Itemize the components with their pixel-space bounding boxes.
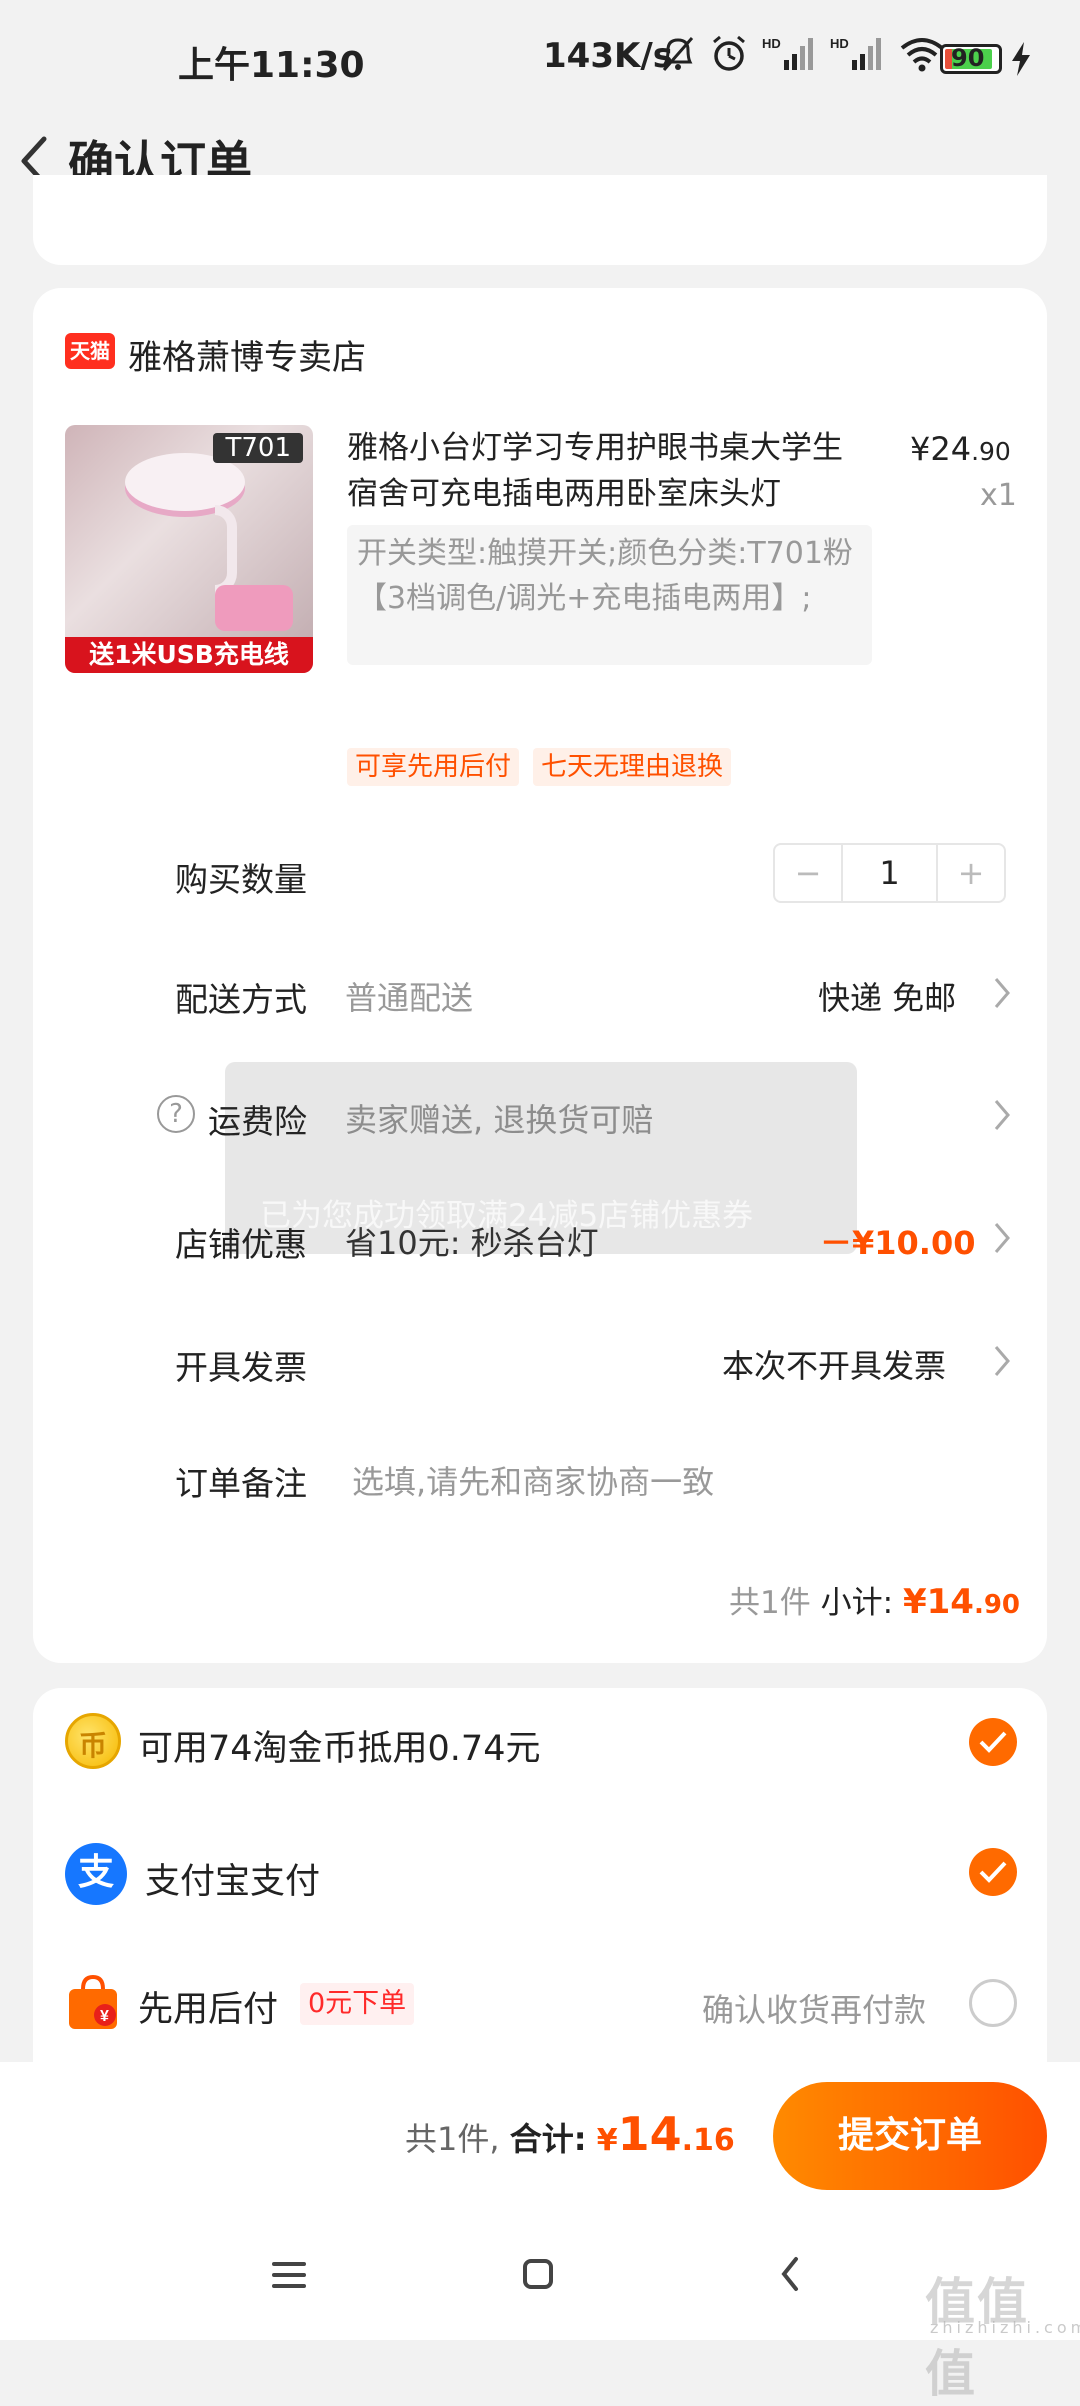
home-icon[interactable] (522, 2258, 554, 2290)
svg-text:¥: ¥ (100, 2008, 109, 2025)
delivery-label: 配送方式 (175, 980, 307, 1019)
pay-later-label: 先用后付 (138, 1990, 279, 2030)
quantity-label: 购买数量 (175, 860, 307, 899)
note-label: 订单备注 (175, 1464, 307, 1503)
total-decimal: .16 (681, 2123, 735, 2158)
coin-icon-glyph: 币 (78, 1729, 107, 1762)
subtotal-decimal: .90 (973, 1590, 1020, 1620)
service-tag: 七天无理由退换 (533, 748, 732, 786)
battery-icon: 90 (940, 44, 1002, 74)
status-bar: 上午11:30 143K/s HD HD 90 (0, 0, 1080, 120)
alipay-label: 支付宝支付 (145, 1862, 321, 1902)
subtotal-symbol: ¥ (902, 1582, 927, 1622)
total-price: ¥14.16 (597, 2107, 735, 2161)
subtotal-label: 小计: (820, 1585, 894, 1621)
coins-label: 可用74淘金币抵用0.74元 (138, 1729, 541, 1769)
subtotal-count: 共1件 (729, 1585, 811, 1621)
product-price: ¥24.90 (910, 430, 1011, 468)
shopping-bag-icon: ¥ (69, 1975, 117, 2029)
price-symbol: ¥ (910, 430, 931, 468)
product-title[interactable]: 雅格小台灯学习专用护眼书桌大学生宿舍可充电插电两用卧室床头灯 (347, 425, 857, 517)
chevron-right-icon (994, 1346, 1010, 1376)
alarm-icon (713, 35, 745, 71)
quantity-increase-button[interactable]: + (938, 845, 1004, 901)
submit-order-button[interactable]: 提交订单 (773, 2082, 1047, 2190)
lamp-neck-shape (215, 505, 237, 595)
alipay-icon: 支 (65, 1843, 127, 1905)
product-quantity: x1 (980, 478, 1017, 513)
watermark-url: zhizhizhi.com (930, 2318, 1080, 2337)
total-count: 共1件, (405, 2120, 500, 2158)
alipay-radio[interactable] (969, 1848, 1017, 1896)
product-promo-strip: 送1米USB充电线 (65, 637, 313, 673)
svg-text:HD: HD (830, 36, 849, 51)
charging-icon (1012, 42, 1030, 76)
subtotal-price: ¥14.90 (903, 1582, 1020, 1622)
address-card-partial (33, 175, 1047, 265)
subtotal: 共1件 小计: ¥14.90 (729, 1577, 1020, 1622)
tmall-logo: 天猫 (65, 333, 115, 369)
svg-text:HD: HD (762, 36, 781, 51)
menu-icon[interactable] (272, 2260, 306, 2290)
status-time: 上午11:30 (178, 45, 365, 86)
product-model-badge: T701 (213, 433, 303, 463)
invoice-label: 开具发票 (175, 1348, 307, 1387)
check-icon (979, 1861, 1007, 1883)
coin-icon: 币 (65, 1713, 121, 1769)
product-sku[interactable]: 开关类型:触摸开关;颜色分类:T701粉【3档调色/调光+充电插电两用】; (347, 525, 872, 665)
delivery-value: 普通配送 (345, 979, 474, 1017)
wifi-icon (900, 38, 944, 72)
quantity-decrease-button[interactable]: − (775, 845, 843, 901)
check-icon (979, 1731, 1007, 1753)
lamp-clip-shape (215, 585, 293, 631)
invoice-value: 本次不开具发票 (722, 1347, 947, 1385)
pay-later-radio[interactable] (969, 1979, 1017, 2027)
hd-signal-icon: HD (830, 36, 881, 70)
coupon-label: 店铺优惠 (175, 1225, 307, 1264)
coins-checkbox[interactable] (969, 1718, 1017, 1766)
help-icon[interactable]: ? (157, 1095, 195, 1133)
chevron-right-icon (994, 1100, 1010, 1130)
mute-icon (662, 37, 694, 71)
total-main: 14 (617, 2107, 682, 2161)
system-nav-bar (0, 2217, 1080, 2340)
pay-later-tag: 0元下单 (300, 1983, 415, 2025)
quantity-input[interactable]: 1 (843, 845, 938, 901)
chevron-right-icon (994, 978, 1010, 1008)
note-input[interactable]: 选填,请先和商家协商一致 (352, 1457, 714, 1503)
pay-later-note: 确认收货再付款 (702, 1991, 927, 2029)
coupon-discount: －¥10.00 (820, 1224, 976, 1262)
chevron-right-icon (994, 1223, 1010, 1253)
product-image[interactable]: T701 送1米USB充电线 (65, 425, 313, 673)
price-decimal: .90 (971, 437, 1011, 466)
store-name[interactable]: 雅格萧博专卖店 (128, 330, 366, 379)
network-speed: 143K/s (543, 36, 673, 76)
subtotal-main: 14 (926, 1582, 974, 1622)
order-total: 共1件, 合计: ¥14.16 (405, 2107, 735, 2161)
delivery-fee: 快递 免邮 (818, 979, 957, 1017)
battery-text: 90 (951, 44, 985, 72)
service-tag: 可享先用后付 (347, 748, 520, 786)
status-icons: HD HD (660, 34, 946, 74)
quantity-stepper: − 1 + (773, 843, 1006, 903)
price-main: 24 (930, 430, 972, 468)
hd-signal-icon: HD (762, 36, 813, 70)
back-nav-icon[interactable] (778, 2255, 802, 2293)
total-label: 合计: (509, 2120, 587, 2158)
coupon-value: 省10元: 秒杀台灯 (345, 1224, 599, 1262)
total-symbol: ¥ (596, 2123, 618, 2158)
